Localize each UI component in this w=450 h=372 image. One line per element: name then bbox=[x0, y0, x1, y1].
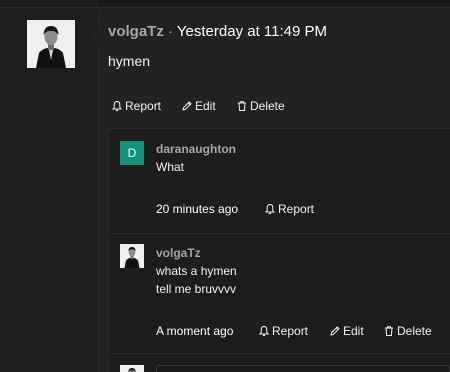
avatar[interactable]: D bbox=[120, 141, 144, 165]
report-label: Report bbox=[272, 324, 309, 338]
edit-button[interactable]: Edit bbox=[181, 99, 216, 113]
user-photo-icon bbox=[27, 20, 75, 68]
report-button[interactable]: Report bbox=[111, 99, 161, 113]
bell-icon bbox=[258, 325, 270, 337]
meta-separator: · bbox=[168, 23, 174, 40]
report-button[interactable]: Report bbox=[258, 324, 308, 338]
post-meta: volgaTz · Yesterday at 11:49 PM bbox=[108, 23, 327, 40]
comment-author[interactable]: daranaughton bbox=[156, 142, 236, 156]
report-button[interactable]: Report bbox=[264, 202, 314, 216]
edit-label: Edit bbox=[195, 99, 216, 113]
comment-time[interactable]: 20 minutes ago bbox=[156, 202, 238, 216]
avatar[interactable] bbox=[27, 20, 75, 68]
delete-button[interactable]: Delete bbox=[383, 324, 432, 338]
post-body: hymen bbox=[108, 53, 151, 69]
post-author[interactable]: volgaTz bbox=[108, 23, 164, 40]
pencil-icon bbox=[182, 101, 192, 111]
post-time[interactable]: Yesterday at 11:49 PM bbox=[177, 23, 327, 40]
delete-button[interactable]: Delete bbox=[236, 99, 285, 113]
edit-button[interactable]: Edit bbox=[329, 324, 364, 338]
pencil-icon bbox=[330, 326, 340, 336]
comment-text: tell me bruvvvv bbox=[156, 282, 237, 296]
comment-text: What bbox=[156, 160, 185, 174]
reply-input[interactable] bbox=[156, 365, 450, 372]
trash-icon bbox=[385, 326, 393, 336]
speech-arrow bbox=[89, 28, 99, 46]
user-photo-icon bbox=[120, 244, 144, 268]
report-label: Report bbox=[278, 202, 315, 216]
avatar[interactable] bbox=[120, 244, 144, 268]
delete-label: Delete bbox=[397, 324, 432, 338]
comment-divider bbox=[109, 353, 450, 354]
avatar[interactable] bbox=[120, 365, 144, 372]
comment-text: whats a hymen bbox=[156, 264, 237, 278]
comment-divider bbox=[109, 233, 450, 234]
comment-author[interactable]: volgaTz bbox=[156, 246, 201, 260]
report-label: Report bbox=[125, 99, 162, 113]
delete-label: Delete bbox=[250, 99, 285, 113]
bell-icon bbox=[111, 100, 123, 112]
trash-icon bbox=[238, 101, 246, 111]
bell-icon bbox=[264, 203, 276, 215]
user-photo-icon bbox=[120, 365, 144, 372]
comment-time[interactable]: A moment ago bbox=[156, 324, 233, 338]
edit-label: Edit bbox=[343, 324, 364, 338]
